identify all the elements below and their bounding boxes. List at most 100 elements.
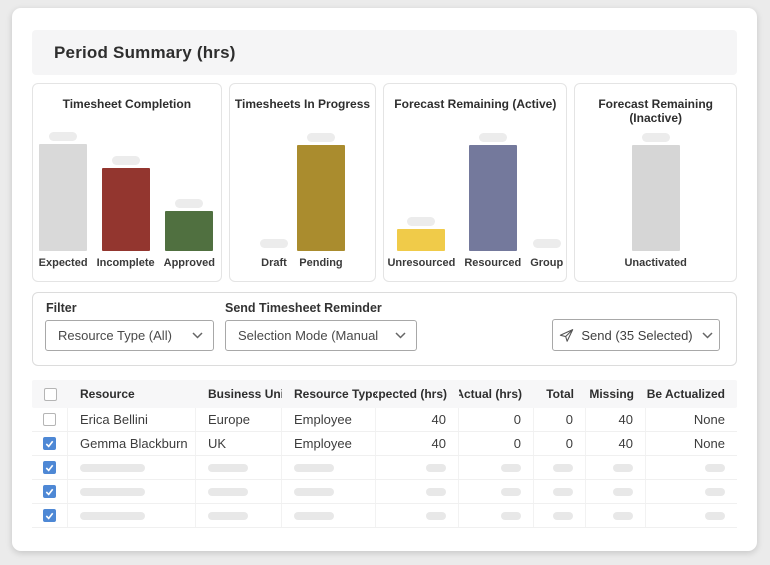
cell-missing: 40 (586, 432, 646, 455)
text-placeholder (553, 464, 573, 472)
bar-group-unactivated: Unactivated (624, 133, 686, 270)
row-checkbox[interactable] (43, 437, 56, 450)
cell-resource: Gemma Blackburn (68, 432, 196, 455)
chart-forecast-remaining-inactive: Forecast Remaining (Inactive) Unactivate… (574, 83, 737, 282)
header-cell-actual: Actual (hrs) (459, 380, 534, 408)
bar-label: Approved (164, 256, 215, 270)
send-reminder-label: Send Timesheet Reminder (225, 301, 382, 315)
row-checkbox[interactable] (43, 485, 56, 498)
table-row-skeleton (32, 456, 737, 480)
cell-resource: Erica Bellini (68, 408, 196, 431)
cell-resource-type: Employee (282, 408, 376, 431)
header-cell-business-unit: Business Unit (196, 380, 282, 408)
cell-skeleton (282, 456, 376, 479)
bar-group-approved: Approved (164, 199, 215, 270)
send-icon (559, 328, 574, 343)
cell-skeleton (586, 504, 646, 527)
header-cell-resource: Resource (68, 380, 196, 408)
bar-label: Group (530, 256, 563, 270)
cell-actual: 0 (459, 408, 534, 431)
bar-group-pending: Pending (297, 133, 345, 270)
period-summary-panel: Period Summary (hrs) Timesheet Completio… (12, 8, 757, 551)
bar-label: Expected (39, 256, 88, 270)
chart-plot-area: Unresourced Resourced Group (388, 111, 562, 270)
text-placeholder (294, 512, 334, 520)
cell-skeleton (586, 456, 646, 479)
row-checkbox[interactable] (43, 413, 56, 426)
chevron-down-icon (192, 332, 203, 339)
text-placeholder (294, 464, 334, 472)
panel-header: Period Summary (hrs) (32, 30, 737, 75)
filter-label: Filter (46, 301, 77, 315)
cell-skeleton (534, 504, 586, 527)
text-placeholder (426, 512, 446, 520)
text-placeholder (705, 512, 725, 520)
chart-timesheet-completion: Timesheet Completion Expected Incomplete… (32, 83, 222, 282)
table-header-row: Resource Business Unit Resource Type Exp… (32, 380, 737, 408)
header-cell-resource-type: Resource Type (282, 380, 376, 408)
value-placeholder (307, 133, 335, 142)
bar-unresourced (397, 229, 445, 251)
bar-unactivated (632, 145, 680, 251)
cell-business-unit: UK (196, 432, 282, 455)
bar-group-unresourced: Unresourced (387, 217, 455, 270)
cell-missing: 40 (586, 408, 646, 431)
text-placeholder (613, 512, 633, 520)
cell-skeleton (459, 504, 534, 527)
value-placeholder (642, 133, 670, 142)
row-checkbox[interactable] (43, 509, 56, 522)
text-placeholder (208, 512, 248, 520)
text-placeholder (501, 464, 521, 472)
bar-label: Draft (261, 256, 287, 270)
bar-group-resourced: Resourced (464, 133, 521, 270)
cell-skeleton (68, 480, 196, 503)
text-placeholder (426, 488, 446, 496)
text-placeholder (80, 488, 145, 496)
chart-forecast-remaining-active: Forecast Remaining (Active) Unresourced … (383, 83, 567, 282)
table-row: Gemma Blackburn UK Employee 40 0 0 40 No… (32, 432, 737, 456)
bar-group-incomplete: Incomplete (97, 156, 155, 270)
bar-label: Unresourced (387, 256, 455, 270)
text-placeholder (501, 512, 521, 520)
bar-label: Resourced (464, 256, 521, 270)
cell-skeleton (196, 456, 282, 479)
cell-skeleton (646, 504, 737, 527)
selection-mode-dropdown[interactable]: Selection Mode (Manual (225, 320, 417, 351)
chart-title: Forecast Remaining (Active) (388, 97, 562, 111)
page-title: Period Summary (hrs) (54, 43, 236, 63)
value-placeholder (49, 132, 77, 141)
resource-type-dropdown-value: Resource Type (All) (58, 328, 172, 343)
table-row-skeleton (32, 504, 737, 528)
value-placeholder (112, 156, 140, 165)
resource-type-dropdown[interactable]: Resource Type (All) (45, 320, 214, 351)
cell-skeleton (68, 504, 196, 527)
bar-group-group: Group (530, 239, 563, 270)
text-placeholder (426, 464, 446, 472)
text-placeholder (553, 488, 573, 496)
cell-to-be-actualized: None (646, 408, 737, 431)
bar-group-draft: Draft (260, 239, 288, 270)
text-placeholder (705, 464, 725, 472)
select-all-checkbox[interactable] (44, 388, 57, 401)
bar-label: Unactivated (624, 256, 686, 270)
text-placeholder (80, 512, 145, 520)
cell-business-unit: Europe (196, 408, 282, 431)
cell-skeleton (586, 480, 646, 503)
row-checkbox[interactable] (43, 461, 56, 474)
cell-total: 0 (534, 432, 586, 455)
bar-pending (297, 145, 345, 251)
cell-skeleton (534, 480, 586, 503)
send-reminder-button[interactable]: Send (35 Selected) (552, 319, 720, 351)
text-placeholder (705, 488, 725, 496)
cell-skeleton (196, 504, 282, 527)
bar-group-expected: Expected (39, 132, 88, 270)
cell-skeleton (282, 504, 376, 527)
value-placeholder (533, 239, 561, 248)
chart-timesheets-in-progress: Timesheets In Progress Draft Pending (229, 83, 377, 282)
cell-actual: 0 (459, 432, 534, 455)
text-placeholder (294, 488, 334, 496)
chart-plot-area: Expected Incomplete Approved (37, 111, 217, 270)
cell-skeleton (459, 480, 534, 503)
text-placeholder (208, 488, 248, 496)
header-cell-select (32, 380, 68, 408)
